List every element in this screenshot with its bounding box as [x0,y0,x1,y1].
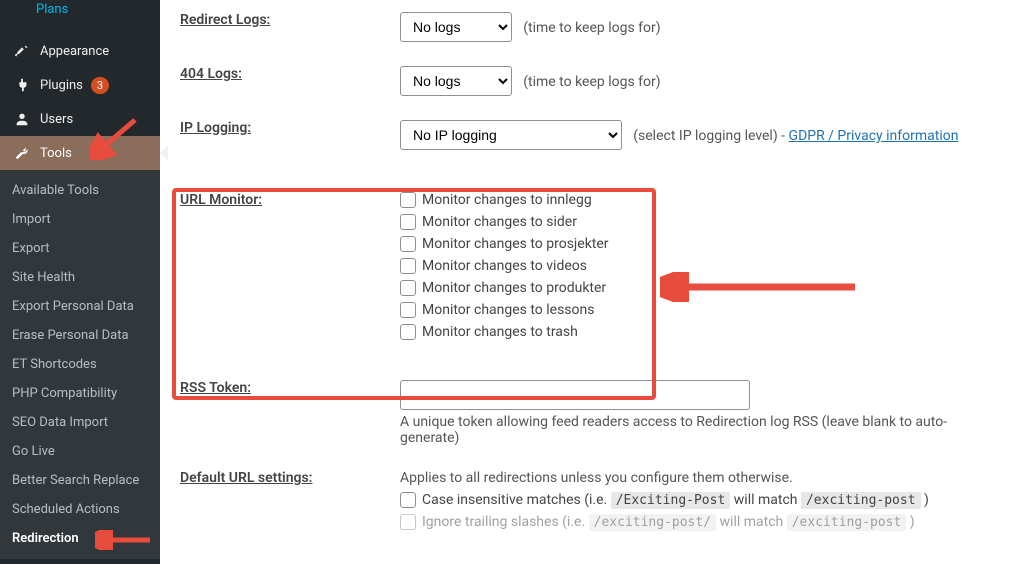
monitor-label: Monitor changes to trash [422,324,578,340]
checkbox-monitor-produkter[interactable] [400,280,416,296]
row-rss-token: RSS Token: A unique token allowing feed … [180,358,1001,458]
sidebar-subitem-redirection[interactable]: Redirection [0,524,160,553]
label-ip-logging: IP Logging: [180,120,251,136]
checkbox-monitor-videos[interactable] [400,258,416,274]
checkbox-monitor-trash[interactable] [400,324,416,340]
sidebar-subitem[interactable]: Scheduled Actions [0,495,160,524]
sidebar-item-plugins[interactable]: Plugins 3 [0,68,160,102]
sidebar-item-appearance[interactable]: Appearance [0,34,160,68]
sidebar-subitem[interactable]: Available Tools [0,176,160,205]
sidebar-item-tools[interactable]: Tools [0,136,160,170]
hint-redirect: (time to keep logs for) [523,20,660,36]
row-404-logs: 404 Logs: No logs (time to keep logs for… [180,54,1001,108]
label-default-url: Default URL settings: [180,470,313,486]
checkbox-case-insensitive[interactable] [400,492,416,508]
sidebar-subitem[interactable]: ET Shortcodes [0,350,160,379]
monitor-label: Monitor changes to innlegg [422,192,592,208]
sidebar-item-label: Tools [40,146,72,161]
gdpr-link[interactable]: GDPR / Privacy information [789,128,959,144]
label-rss-token: RSS Token: [180,380,251,396]
select-redirect-logs[interactable]: No logs [400,12,512,42]
users-icon [12,109,32,129]
checkbox-monitor-sider[interactable] [400,214,416,230]
hint-404: (time to keep logs for) [523,74,660,90]
brush-icon [12,41,32,61]
checkbox-monitor-innlegg[interactable] [400,192,416,208]
rss-desc: A unique token allowing feed readers acc… [400,414,1001,446]
sidebar-subitem[interactable]: Erase Personal Data [0,321,160,350]
sidebar-submenu: Available Tools Import Export Site Healt… [0,170,160,559]
code-sample: /exciting-post/ [589,514,716,531]
sidebar-subitem[interactable]: Export Personal Data [0,292,160,321]
sidebar-subitem[interactable]: SEO Data Import [0,408,160,437]
sidebar-item-label: Users [40,112,73,127]
label-redirect-logs: Redirect Logs: [180,12,270,28]
monitor-label: Monitor changes to videos [422,258,587,274]
row-default-url: Default URL settings: Applies to all red… [180,458,1001,548]
sidebar-subitem[interactable]: Export [0,234,160,263]
select-ip-logging[interactable]: No IP logging [400,120,622,150]
sidebar-subitem[interactable]: Better Search Replace [0,466,160,495]
monitor-label: Monitor changes to lessons [422,302,594,318]
sidebar-subitem[interactable]: PHP Compatibility [0,379,160,408]
sidebar-item-label: Plugins [40,78,83,93]
sidebar-subitem[interactable]: Go Live [0,437,160,466]
monitor-label: Monitor changes to sider [422,214,577,230]
default-desc: Applies to all redirections unless you c… [400,470,1001,486]
select-404-logs[interactable]: No logs [400,66,512,96]
row-redirect-logs: Redirect Logs: No logs (time to keep log… [180,0,1001,54]
ignore-label: Ignore trailing slashes (i.e. /exciting-… [422,514,915,530]
input-rss-token[interactable] [400,380,750,410]
code-sample: /exciting-post [801,492,921,509]
checkbox-ignore-slash[interactable] [400,514,416,530]
sidebar-subitem[interactable]: Site Health [0,263,160,292]
admin-sidebar: Plans Appearance Plugins 3 Users Tools A… [0,0,160,564]
code-sample: /Exciting-Post [611,492,731,509]
hint-ip: (select IP logging level) - GDPR / Priva… [633,128,958,144]
label-404-logs: 404 Logs: [180,66,242,82]
sidebar-item-users[interactable]: Users [0,102,160,136]
row-url-monitor: URL Monitor: Monitor changes to innlegg … [180,162,1001,358]
case-label: Case insensitive matches (i.e. /Exciting… [422,492,929,508]
monitor-label: Monitor changes to prosjekter [422,236,609,252]
sidebar-item-label: Appearance [40,44,109,59]
monitor-label: Monitor changes to produkter [422,280,606,296]
sidebar-subitem[interactable]: Import [0,205,160,234]
checkbox-monitor-prosjekter[interactable] [400,236,416,252]
checkbox-monitor-lessons[interactable] [400,302,416,318]
wrench-icon [12,143,32,163]
sidebar-item-plans[interactable]: Plans [0,0,160,24]
row-ip-logging: IP Logging: No IP logging (select IP log… [180,108,1001,162]
plugin-badge: 3 [91,77,109,94]
code-sample: /exciting-post [787,514,907,531]
label-url-monitor: URL Monitor: [180,192,262,208]
sidebar-item-label: Plans [36,2,68,17]
plug-icon [12,75,32,95]
settings-content: Redirect Logs: No logs (time to keep log… [160,0,1021,564]
